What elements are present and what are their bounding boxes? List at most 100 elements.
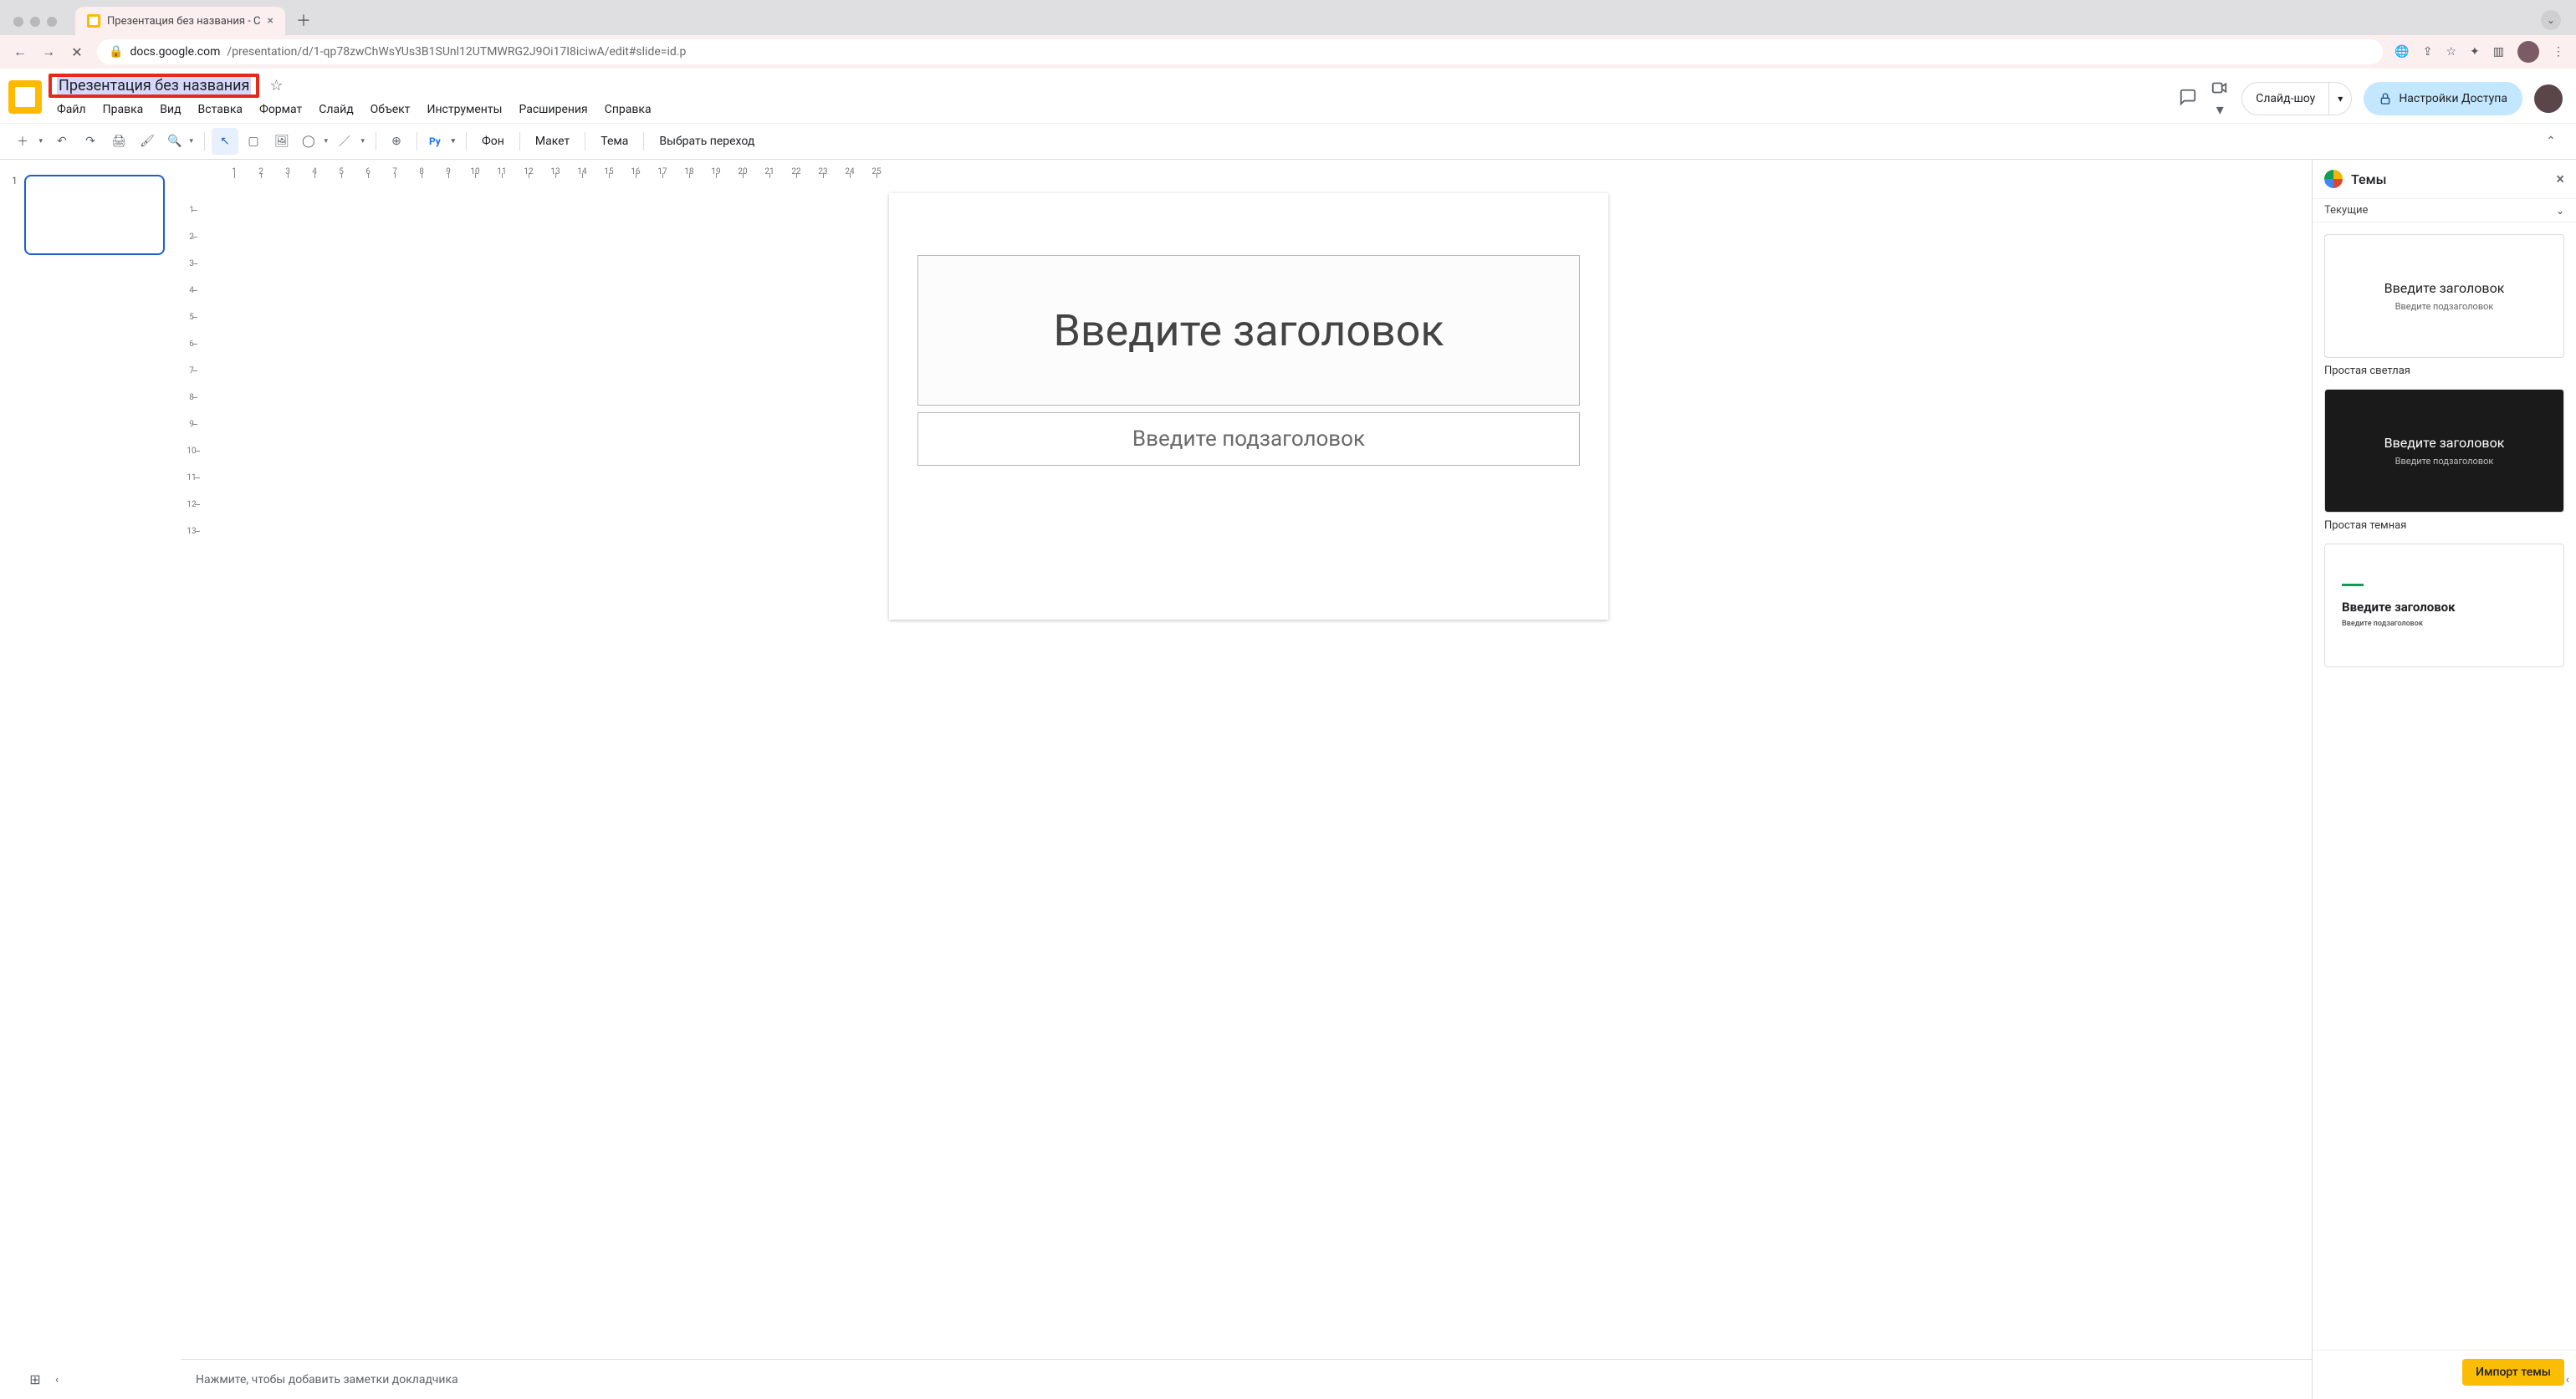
collapse-toolbar-icon[interactable]: ⌃ <box>2538 128 2564 155</box>
menu-insert[interactable]: Вставка <box>192 100 249 120</box>
ruler-horizontal: 1234567891011121314151617181920212223242… <box>181 160 2312 176</box>
ruler-tick: 17 <box>649 167 676 176</box>
slide-canvas[interactable]: Введите заголовок Введите подзаголовок <box>889 193 1608 620</box>
new-slide-button[interactable]: ＋ <box>12 128 47 155</box>
ruler-tick: 3 <box>274 167 301 176</box>
tab-close-icon[interactable]: × <box>267 14 273 28</box>
accent-bar-icon <box>2342 584 2364 586</box>
present-button[interactable]: Слайд-шоу ▾ <box>2241 82 2352 115</box>
ruler-tick: 4 <box>301 167 328 176</box>
bookmark-icon[interactable]: ☆ <box>2446 45 2456 59</box>
menu-extensions[interactable]: Расширения <box>512 100 594 120</box>
theme-preview-title: Введите заголовок <box>2384 435 2505 451</box>
script-tool[interactable]: Pу <box>424 128 459 155</box>
layout-button[interactable]: Макет <box>527 128 578 155</box>
window-controls[interactable] <box>13 17 57 27</box>
themes-header: Темы × <box>2313 160 2576 198</box>
share-page-icon[interactable]: ⇪ <box>2423 45 2433 59</box>
slides-logo-icon[interactable] <box>8 80 42 114</box>
transition-button[interactable]: Выбрать переход <box>651 128 763 155</box>
menu-object[interactable]: Объект <box>364 100 417 120</box>
ruler-tick: 5 <box>189 304 194 330</box>
tab-overflow-button[interactable]: ⌄ <box>2541 10 2561 30</box>
redo-button[interactable]: ↷ <box>77 128 104 155</box>
title-placeholder-text: Введите заголовок <box>1053 305 1444 356</box>
favicon-icon <box>87 14 100 28</box>
themes-list[interactable]: Введите заголовок Введите подзаголовок П… <box>2313 222 2576 1350</box>
menu-format[interactable]: Формат <box>253 100 309 120</box>
background-button[interactable]: Фон <box>473 128 513 155</box>
subtitle-placeholder[interactable]: Введите подзаголовок <box>917 412 1580 466</box>
paint-format-button[interactable]: 🖌 <box>134 128 161 155</box>
shape-tool[interactable]: ◯ <box>297 128 332 155</box>
line-tool[interactable]: ／ <box>334 128 369 155</box>
header-actions: ▾ Слайд-шоу ▾ Настройки Доступа <box>2178 74 2563 119</box>
window-close-icon[interactable] <box>13 17 23 27</box>
present-dropdown[interactable]: ▾ <box>2328 83 2351 115</box>
window-minimize-icon[interactable] <box>30 17 40 27</box>
menu-help[interactable]: Справка <box>598 100 658 120</box>
menu-edit[interactable]: Правка <box>96 100 151 120</box>
profile-avatar-icon[interactable] <box>2517 41 2539 63</box>
textbox-tool[interactable]: ▢ <box>240 128 267 155</box>
url-host: docs.google.com <box>130 45 220 59</box>
menu-slide[interactable]: Слайд <box>312 100 360 120</box>
theme-card-simple-light[interactable]: Введите заголовок Введите подзаголовок <box>2324 234 2564 358</box>
docs-header: Презентация без названия ☆ Файл Правка В… <box>0 69 2576 120</box>
theme-button[interactable]: Тема <box>592 128 636 155</box>
import-theme-button[interactable]: Импорт темы <box>2462 1359 2564 1386</box>
translate-icon[interactable]: 🌐 <box>2395 45 2409 59</box>
stage-wrap[interactable]: Введите заголовок Введите подзаголовок <box>202 176 2312 1359</box>
browser-tab[interactable]: Презентация без названия - С × <box>75 7 285 35</box>
close-themes-icon[interactable]: × <box>2556 171 2564 188</box>
nav-back-icon[interactable]: ← <box>12 43 28 60</box>
menu-tools[interactable]: Инструменты <box>420 100 509 120</box>
grid-view-icon[interactable]: ⊞ <box>18 1371 52 1387</box>
toolbar: ＋ ↶ ↷ 🖨 🖌 🔍 ↖ ▢ 🖼 ◯ ／ ⊕ Pу Фон Макет Тем… <box>0 123 2576 160</box>
ruler-tick: 10 <box>462 167 488 176</box>
title-placeholder[interactable]: Введите заголовок <box>917 255 1580 406</box>
account-avatar[interactable] <box>2534 84 2563 113</box>
nav-stop-icon[interactable]: ✕ <box>69 44 85 60</box>
ruler-tick: 13 <box>542 167 569 176</box>
extensions-icon[interactable]: ✦ <box>2470 45 2480 59</box>
tab-strip: Презентация без названия - С × ＋ ⌄ <box>0 0 2576 35</box>
sidepanel-icon[interactable]: ▥ <box>2493 45 2504 59</box>
ruler-tick: 5 <box>328 167 355 176</box>
subtitle-placeholder-text: Введите подзаголовок <box>1132 426 1365 452</box>
doc-title-input[interactable]: Презентация без названия <box>49 74 259 98</box>
nav-forward-icon[interactable]: → <box>40 43 57 60</box>
slide-thumbnail[interactable] <box>24 175 165 255</box>
notes-expand-icon[interactable]: ‹ <box>55 1373 59 1386</box>
menu-file[interactable]: Файл <box>50 100 93 120</box>
canvas-inner: 12345678910111213 Введите заголовок Введ… <box>181 176 2312 1359</box>
theme-preview-title: Введите заголовок <box>2384 280 2505 296</box>
present-label: Слайд-шоу <box>2242 83 2328 115</box>
theme-card-simple-dark[interactable]: Введите заголовок Введите подзаголовок <box>2324 389 2564 513</box>
new-tab-button[interactable]: ＋ <box>292 8 315 32</box>
toolbar-separator <box>643 132 644 151</box>
meet-icon[interactable]: ▾ <box>2210 79 2230 119</box>
themes-current-section[interactable]: Текущие ⌄ <box>2313 198 2576 222</box>
url-bar[interactable]: 🔒 docs.google.com/presentation/d/1-qp78z… <box>97 39 2383 64</box>
comment-tool[interactable]: ⊕ <box>383 128 410 155</box>
ruler-tick: 16 <box>622 167 649 176</box>
menu-view[interactable]: Вид <box>153 100 187 120</box>
doc-title-text: Презентация без названия <box>57 77 251 94</box>
image-tool[interactable]: 🖼 <box>268 128 295 155</box>
share-button[interactable]: Настройки Доступа <box>2364 82 2522 115</box>
toolbar-separator <box>519 132 520 151</box>
zoom-button[interactable]: 🔍 <box>162 128 197 155</box>
themes-sidebar: Темы × Текущие ⌄ Введите заголовок Введи… <box>2312 160 2576 1399</box>
print-button[interactable]: 🖨 <box>105 128 132 155</box>
ruler-tick: 24 <box>836 167 863 176</box>
sidebar-collapse-icon[interactable]: ‹ <box>2566 1373 2569 1386</box>
undo-button[interactable]: ↶ <box>49 128 75 155</box>
theme-card-streamline[interactable]: Введите заголовок Введите подзаголовок <box>2324 544 2564 667</box>
browser-menu-icon[interactable]: ⋮ <box>2553 45 2564 59</box>
comments-icon[interactable] <box>2178 88 2198 110</box>
star-icon[interactable]: ☆ <box>269 77 283 94</box>
window-zoom-icon[interactable] <box>47 17 57 27</box>
select-tool[interactable]: ↖ <box>212 128 238 155</box>
slide-index: 1 <box>12 175 18 1384</box>
